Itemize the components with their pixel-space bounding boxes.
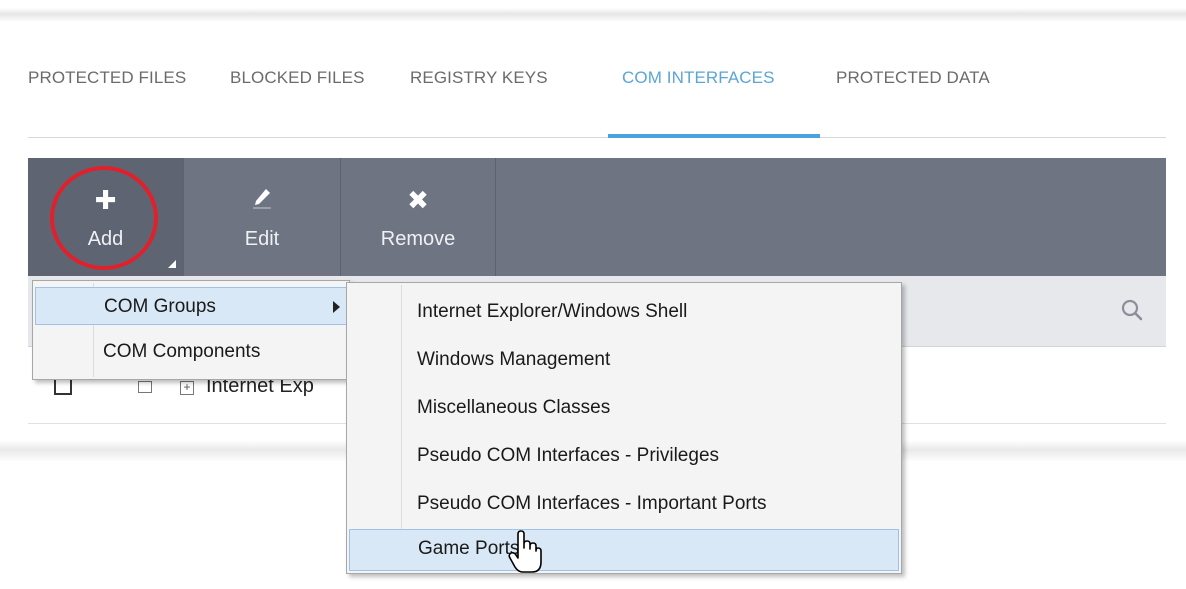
menu-item-pseudo-com-privileges[interactable]: Pseudo COM Interfaces - Privileges bbox=[349, 437, 899, 475]
menu-item-label: Pseudo COM Interfaces - Important Ports bbox=[417, 493, 767, 514]
screenshot-torn-edge-top bbox=[0, 0, 1186, 40]
folder-icon bbox=[138, 381, 152, 393]
add-dropdown-menu: COM Groups COM Components bbox=[32, 280, 350, 380]
tab-protected-data[interactable]: PROTECTED DATA bbox=[836, 68, 990, 88]
menu-item-label: Pseudo COM Interfaces - Privileges bbox=[417, 445, 720, 466]
dropdown-caret-icon bbox=[168, 260, 176, 268]
toolbar-separator bbox=[495, 158, 496, 276]
tab-blocked-files[interactable]: BLOCKED FILES bbox=[230, 68, 365, 88]
menu-item-com-groups[interactable]: COM Groups bbox=[35, 287, 347, 325]
pencil-icon bbox=[251, 186, 273, 214]
menu-item-windows-management[interactable]: Windows Management bbox=[349, 341, 899, 379]
menu-item-label: COM Components bbox=[103, 341, 261, 362]
menu-item-label: COM Groups bbox=[104, 296, 216, 317]
tab-protected-files[interactable]: PROTECTED FILES bbox=[28, 68, 186, 88]
toolbar: ✚ Add Edit ✖ Remove bbox=[28, 158, 1166, 276]
tab-bar-divider bbox=[28, 137, 1166, 138]
expand-icon[interactable]: + bbox=[180, 381, 194, 395]
menu-item-label: Internet Explorer/Windows Shell bbox=[417, 301, 688, 322]
tab-com-interfaces[interactable]: COM INTERFACES bbox=[622, 68, 775, 88]
plus-icon: ✚ bbox=[94, 185, 117, 215]
menu-item-pseudo-com-important-ports[interactable]: Pseudo COM Interfaces - Important Ports bbox=[349, 485, 899, 523]
pencil-icon-svg bbox=[253, 189, 271, 209]
search-icon-svg bbox=[1121, 299, 1143, 321]
remove-button[interactable]: ✖ Remove bbox=[341, 158, 495, 276]
menu-item-label: Miscellaneous Classes bbox=[417, 397, 611, 418]
menu-item-game-ports[interactable]: Game Ports bbox=[349, 529, 899, 571]
add-button-label: Add bbox=[87, 228, 124, 250]
active-tab-indicator bbox=[608, 134, 820, 138]
com-groups-submenu: Internet Explorer/Windows Shell Windows … bbox=[346, 282, 902, 574]
menu-item-label: Game Ports bbox=[418, 538, 520, 559]
submenu-arrow-icon bbox=[333, 301, 340, 313]
tab-registry-keys[interactable]: REGISTRY KEYS bbox=[410, 68, 548, 88]
menu-item-com-components[interactable]: COM Components bbox=[35, 333, 347, 371]
menu-item-label: Windows Management bbox=[417, 349, 611, 370]
x-icon: ✖ bbox=[407, 185, 429, 215]
edit-button[interactable]: Edit bbox=[184, 158, 340, 276]
tab-bar: PROTECTED FILES BLOCKED FILES REGISTRY K… bbox=[28, 60, 1166, 140]
menu-item-miscellaneous-classes[interactable]: Miscellaneous Classes bbox=[349, 389, 899, 427]
remove-button-label: Remove bbox=[380, 228, 456, 250]
search-icon[interactable] bbox=[1120, 298, 1144, 327]
edit-button-label: Edit bbox=[244, 228, 280, 250]
add-button[interactable]: ✚ Add bbox=[28, 158, 183, 276]
menu-item-internet-explorer-windows-shell[interactable]: Internet Explorer/Windows Shell bbox=[349, 293, 899, 331]
